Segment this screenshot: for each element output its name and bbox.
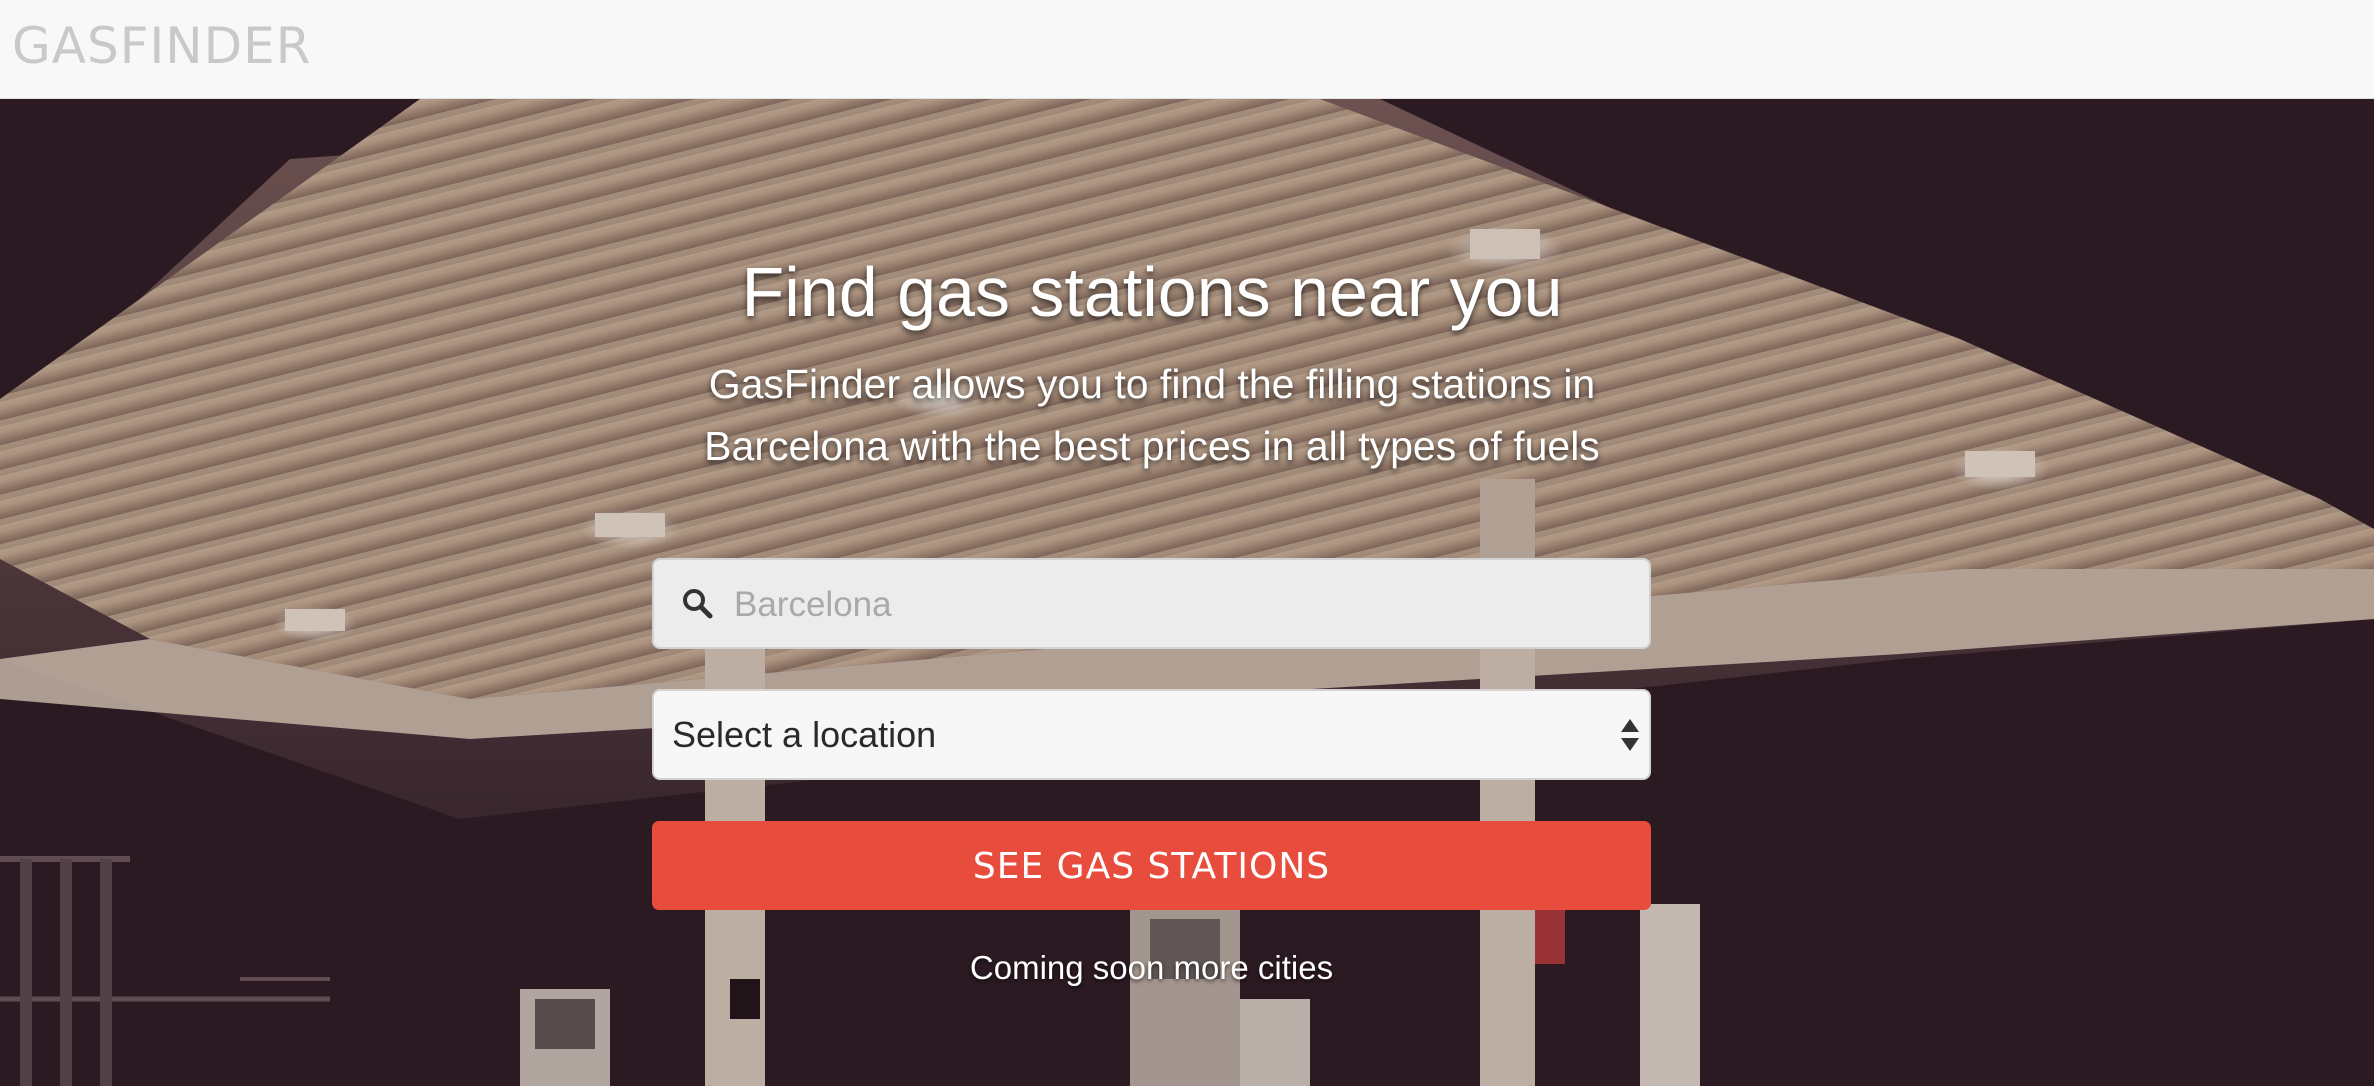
search-input[interactable]: [732, 560, 1626, 649]
hero-content: Find gas stations near you GasFinder all…: [0, 99, 2374, 1086]
hero-headline: Find gas stations near you: [741, 253, 1563, 331]
location-select-value: Select a location: [672, 714, 937, 755]
hero-description: GasFinder allows you to find the filling…: [704, 361, 1600, 469]
brand-logo[interactable]: GASFINDER: [12, 14, 311, 78]
hero-section: Find gas stations near you GasFinder all…: [0, 99, 2374, 1086]
see-gas-stations-button[interactable]: SEE GAS STATIONS: [652, 821, 1651, 910]
search-icon: [683, 589, 713, 619]
location-select[interactable]: Select a location: [652, 689, 1651, 780]
coming-soon-note: Coming soon more cities: [969, 949, 1334, 986]
search-field[interactable]: [652, 558, 1651, 649]
navbar: GASFINDER: [0, 0, 2374, 99]
updown-arrows-icon: [1621, 719, 1639, 751]
